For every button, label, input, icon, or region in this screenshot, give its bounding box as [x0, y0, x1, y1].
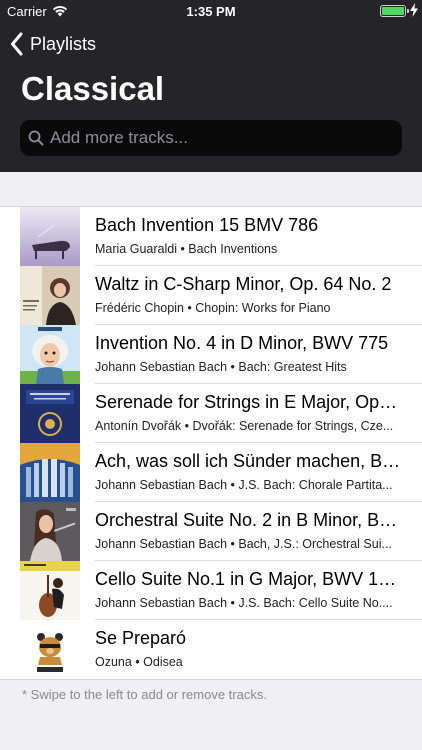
organ-pipes-art [20, 443, 80, 502]
flutist-portrait-art [20, 502, 80, 561]
track-subtitle: Johann Sebastian Bach • Bach: Greatest H… [95, 360, 347, 374]
status-time: 1:35 PM [186, 4, 236, 19]
charging-bolt-icon [410, 3, 418, 17]
track-row[interactable]: Serenade for Strings in E Major, Op. 2..… [0, 384, 422, 443]
search-input[interactable] [50, 128, 402, 148]
track-title: Cello Suite No.1 in G Major, BWV 100... [95, 569, 402, 589]
blue-cover-art [20, 384, 80, 443]
track-row[interactable]: Orchestral Suite No. 2 in B Minor, BW...… [0, 502, 422, 561]
track-row[interactable]: Cello Suite No.1 in G Major, BWV 100... … [0, 561, 422, 620]
navigation-header: Carrier 1:35 PM Playlists Classical [0, 0, 422, 172]
cellist-art [20, 561, 80, 620]
track-row[interactable]: Waltz in C-Sharp Minor, Op. 64 No. 2 Fré… [0, 266, 422, 325]
track-title: Serenade for Strings in E Major, Op. 2..… [95, 392, 402, 412]
bear-logo-art [20, 620, 80, 679]
track-row[interactable]: Se Preparó Ozuna • Odisea [0, 620, 422, 679]
page-title: Classical [21, 70, 165, 107]
track-subtitle: Ozuna • Odisea [95, 655, 183, 669]
piano-art [20, 207, 80, 266]
track-list: Bach Invention 15 BMV 786 Maria Guaraldi… [0, 206, 422, 680]
chevron-left-icon [11, 32, 23, 56]
track-subtitle: Johann Sebastian Bach • Bach, J.S.: Orch… [95, 537, 392, 551]
search-icon [28, 130, 44, 146]
track-subtitle: Antonín Dvořák • Dvořák: Serenade for St… [95, 419, 394, 433]
status-bar: Carrier 1:35 PM [0, 0, 422, 22]
track-subtitle: Johann Sebastian Bach • J.S. Bach: Cello… [95, 596, 393, 610]
track-subtitle: Maria Guaraldi • Bach Inventions [95, 242, 278, 256]
track-title: Se Preparó [95, 628, 187, 648]
back-button-label: Playlists [30, 33, 97, 54]
pianist-portrait-art [20, 266, 80, 325]
track-title: Orchestral Suite No. 2 in B Minor, BW... [95, 510, 402, 530]
swipe-hint: * Swipe to the left to add or remove tra… [22, 687, 267, 702]
bach-caricature-art [20, 325, 80, 384]
battery-cap [407, 9, 409, 13]
track-title: Waltz in C-Sharp Minor, Op. 64 No. 2 [95, 274, 392, 294]
back-button[interactable]: Playlists [10, 30, 96, 58]
track-title: Invention No. 4 in D Minor, BWV 775 [95, 333, 389, 353]
track-title: Bach Invention 15 BMV 786 [95, 215, 319, 235]
search-bar[interactable] [20, 120, 402, 156]
track-subtitle: Frédéric Chopin • Chopin: Works for Pian… [95, 301, 331, 315]
battery-icon [380, 5, 406, 17]
track-row[interactable]: Ach, was soll ich Sünder machen, BW... J… [0, 443, 422, 502]
track-row[interactable]: Invention No. 4 in D Minor, BWV 775 Joha… [0, 325, 422, 384]
track-subtitle: Johann Sebastian Bach • J.S. Bach: Chora… [95, 478, 393, 492]
track-row[interactable]: Bach Invention 15 BMV 786 Maria Guaraldi… [0, 207, 422, 266]
track-title: Ach, was soll ich Sünder machen, BW... [95, 451, 402, 471]
